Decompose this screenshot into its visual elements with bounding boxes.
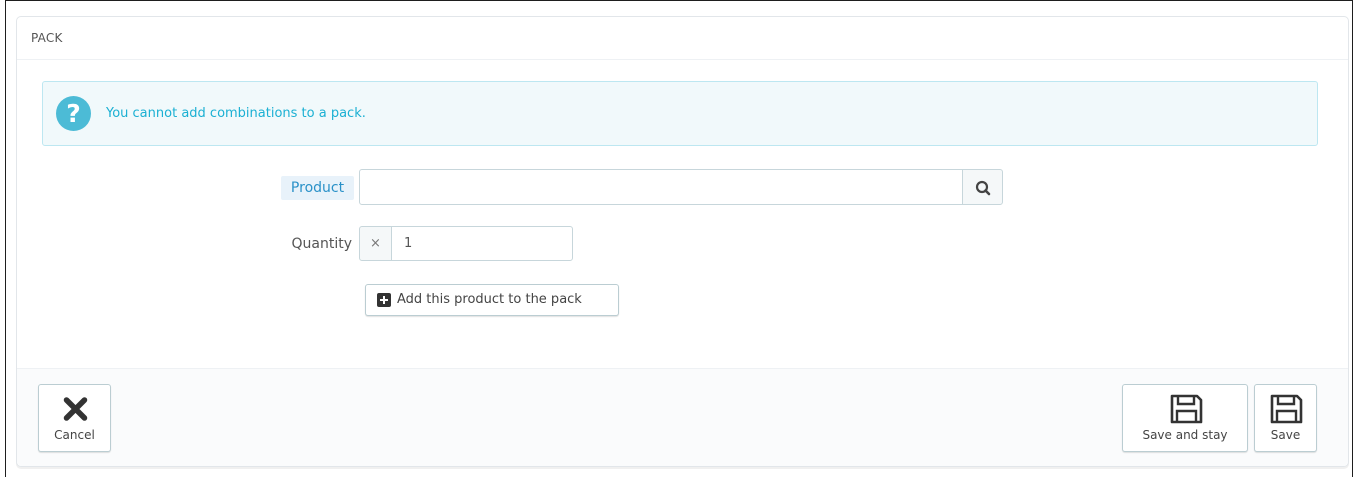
plus-square-icon xyxy=(377,293,391,307)
product-search-input[interactable] xyxy=(359,169,963,205)
search-icon xyxy=(975,180,991,196)
save-and-stay-label: Save and stay xyxy=(1142,428,1228,442)
floppy-disk-icon xyxy=(1170,394,1203,424)
window-frame: PACK ? You cannot add combinations to a … xyxy=(5,0,1353,477)
pack-panel: PACK ? You cannot add combinations to a … xyxy=(16,16,1349,467)
save-button[interactable]: Save xyxy=(1254,384,1317,452)
quantity-label: Quantity xyxy=(291,236,353,252)
quantity-input[interactable]: 1 xyxy=(391,226,573,261)
panel-title: PACK xyxy=(31,31,63,45)
panel-heading: PACK xyxy=(17,17,1348,60)
add-button-label: Add this product to the pack xyxy=(397,292,582,307)
floppy-disk-icon xyxy=(1270,394,1303,424)
search-button[interactable] xyxy=(962,169,1003,205)
save-label: Save xyxy=(1270,428,1301,442)
question-icon: ? xyxy=(56,96,91,131)
add-product-to-pack-button[interactable]: Add this product to the pack xyxy=(365,284,619,316)
product-label: Product xyxy=(281,176,354,200)
quantity-prefix: × xyxy=(359,226,392,261)
cancel-button[interactable]: Cancel xyxy=(38,384,111,452)
alert-message: You cannot add combinations to a pack. xyxy=(106,106,366,121)
info-alert: ? You cannot add combinations to a pack. xyxy=(42,81,1318,146)
close-icon xyxy=(63,397,88,421)
cancel-label: Cancel xyxy=(54,428,95,442)
panel-footer: Cancel Save and stay Save xyxy=(17,368,1348,466)
save-and-stay-button[interactable]: Save and stay xyxy=(1122,384,1248,452)
